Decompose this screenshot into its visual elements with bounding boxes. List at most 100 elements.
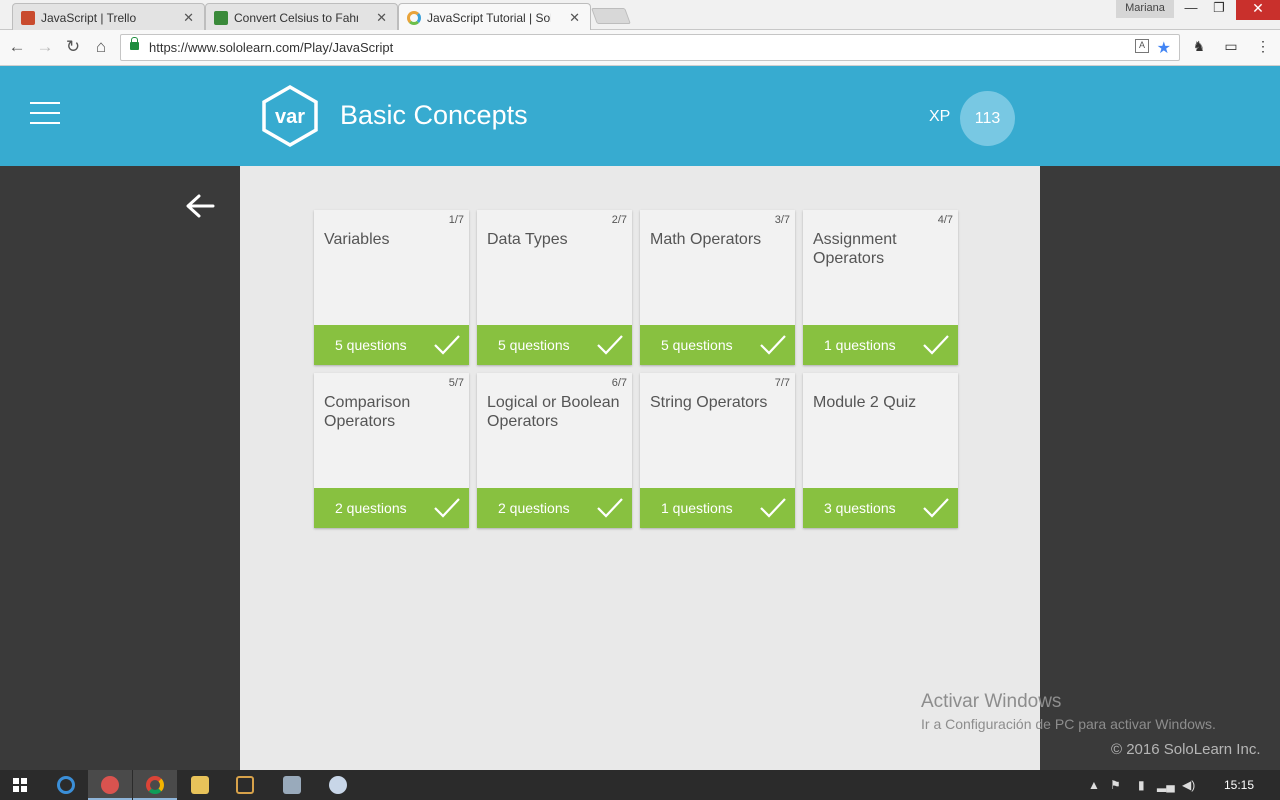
close-icon[interactable]: ✕: [569, 10, 580, 26]
taskbar-calculator[interactable]: [270, 770, 314, 800]
lesson-footer: 5 questions: [314, 325, 469, 365]
lesson-card[interactable]: 4/7 Assignment Operators 1 questions: [803, 210, 958, 365]
question-count: 3 questions: [824, 500, 896, 516]
taskbar-explorer[interactable]: [178, 770, 222, 800]
tab-title: JavaScript Tutorial | SoloL: [427, 11, 551, 25]
battery-icon[interactable]: ▮: [1138, 778, 1145, 792]
browser-tab-strip: JavaScript | Trello ✕ Convert Celsius to…: [0, 0, 1280, 30]
xp-badge[interactable]: 113: [960, 91, 1015, 146]
question-count: 5 questions: [661, 337, 733, 353]
lesson-name: Comparison Operators: [324, 394, 411, 430]
translate-icon[interactable]: A: [1135, 39, 1149, 53]
lesson-card[interactable]: 2/7 Data Types 5 questions: [477, 210, 632, 365]
minimize-icon[interactable]: —: [1176, 0, 1206, 20]
checkmark-icon: [760, 335, 786, 355]
lesson-name: Assignment Operators: [813, 231, 897, 267]
cast-icon[interactable]: ▭: [1222, 38, 1240, 56]
signal-icon[interactable]: ▂▄: [1157, 778, 1175, 792]
taskbar-ie[interactable]: [44, 770, 88, 800]
question-count: 2 questions: [498, 500, 570, 516]
question-count: 1 questions: [661, 500, 733, 516]
extension-icon[interactable]: ♞: [1190, 38, 1208, 56]
paint-icon: [329, 776, 347, 794]
lesson-footer: 5 questions: [640, 325, 795, 365]
home-icon[interactable]: ⌂: [90, 36, 112, 58]
lesson-footer: 2 questions: [477, 488, 632, 528]
lesson-number: 6/7: [611, 377, 627, 389]
start-button[interactable]: [0, 770, 44, 800]
maximize-icon[interactable]: ❐: [1204, 0, 1234, 20]
question-count: 2 questions: [335, 500, 407, 516]
tray-expand-icon[interactable]: ▲: [1088, 778, 1100, 792]
lesson-footer: 2 questions: [314, 488, 469, 528]
lesson-name: Math Operators: [650, 231, 762, 248]
checkmark-icon: [760, 498, 786, 518]
bookmark-star-icon[interactable]: ★: [1157, 38, 1171, 58]
lesson-card[interactable]: 3/7 Math Operators 5 questions: [640, 210, 795, 365]
question-count: 5 questions: [498, 337, 570, 353]
tab-title: JavaScript | Trello: [41, 11, 137, 25]
checkmark-icon: [434, 498, 460, 518]
xp-label: XP: [929, 108, 951, 125]
taskbar-chrome[interactable]: [133, 770, 177, 800]
new-tab-button[interactable]: [591, 8, 631, 24]
volume-icon[interactable]: ◀): [1182, 778, 1195, 792]
module-logo-icon: var: [262, 84, 318, 148]
lesson-name: Data Types: [487, 231, 568, 248]
tab-sololearn[interactable]: JavaScript Tutorial | SoloL ✕: [398, 3, 591, 30]
taskbar-paint[interactable]: [316, 770, 360, 800]
logo-text: var: [275, 106, 305, 128]
back-icon[interactable]: ←: [6, 36, 28, 58]
reload-icon[interactable]: ↻: [62, 36, 84, 58]
lesson-card[interactable]: 5/7 Comparison Operators 2 questions: [314, 373, 469, 528]
lesson-card[interactable]: 7/7 String Operators 1 questions: [640, 373, 795, 528]
lesson-number: 4/7: [937, 214, 953, 226]
lesson-number: 3/7: [774, 214, 790, 226]
tab-convert[interactable]: Convert Celsius to Fahrenh ✕: [205, 3, 398, 30]
profile-chip[interactable]: Mariana: [1116, 0, 1174, 18]
checkmark-icon: [597, 335, 623, 355]
flag-icon[interactable]: ⚑: [1110, 778, 1121, 792]
windows-taskbar: ▲ ⚑ ▮ ▂▄ ◀) 15:15: [0, 770, 1280, 800]
forward-icon[interactable]: →: [34, 36, 56, 58]
page-title: Basic Concepts: [340, 100, 528, 130]
hamburger-menu-icon[interactable]: [30, 102, 60, 124]
checkmark-icon: [434, 335, 460, 355]
close-icon[interactable]: ✕: [376, 10, 387, 26]
tab-title: Convert Celsius to Fahrenh: [234, 11, 358, 25]
activation-watermark-title: Activar Windows: [921, 691, 1062, 712]
lesson-number: 7/7: [774, 377, 790, 389]
browser-toolbar: ← → ↻ ⌂ https://www.sololearn.com/Play/J…: [0, 30, 1280, 66]
lesson-number: 2/7: [611, 214, 627, 226]
taskbar-app2[interactable]: [223, 770, 267, 800]
lesson-footer: 1 questions: [803, 325, 958, 365]
close-icon[interactable]: ✕: [183, 10, 194, 26]
taskbar-clock[interactable]: 15:15: [1224, 778, 1254, 792]
lesson-name: Module 2 Quiz: [813, 394, 917, 411]
url-text: https://www.sololearn.com/Play/JavaScrip…: [149, 40, 394, 55]
app2-icon: [236, 776, 254, 794]
lesson-footer: 3 questions: [803, 488, 958, 528]
back-arrow-icon[interactable]: [185, 193, 215, 219]
windows-logo-icon: [13, 778, 27, 792]
window-close-icon[interactable]: ✕: [1236, 0, 1280, 20]
lesson-name: Variables: [324, 231, 390, 248]
tab-trello[interactable]: JavaScript | Trello ✕: [12, 3, 205, 30]
lesson-number: 5/7: [448, 377, 464, 389]
sololearn-icon: [407, 11, 421, 25]
lesson-card[interactable]: 6/7 Logical or Boolean Operators 2 quest…: [477, 373, 632, 528]
copyright-text: © 2016 SoloLearn Inc.: [1111, 741, 1261, 758]
activation-watermark-text: Ir a Configuración de PC para activar Wi…: [921, 716, 1216, 732]
checkmark-icon: [923, 335, 949, 355]
taskbar-app[interactable]: [88, 770, 132, 800]
lesson-card[interactable]: 1/7 Variables 5 questions: [314, 210, 469, 365]
lesson-name: Logical or Boolean Operators: [487, 394, 620, 430]
checkmark-icon: [597, 498, 623, 518]
folder-icon: [191, 776, 209, 794]
chrome-icon: [146, 776, 164, 794]
quiz-card[interactable]: Module 2 Quiz 3 questions: [803, 373, 958, 528]
lock-icon: [130, 37, 139, 50]
address-bar[interactable]: https://www.sololearn.com/Play/JavaScrip…: [120, 34, 1180, 61]
menu-dots-icon[interactable]: ⋮: [1254, 38, 1272, 56]
lesson-footer: 5 questions: [477, 325, 632, 365]
